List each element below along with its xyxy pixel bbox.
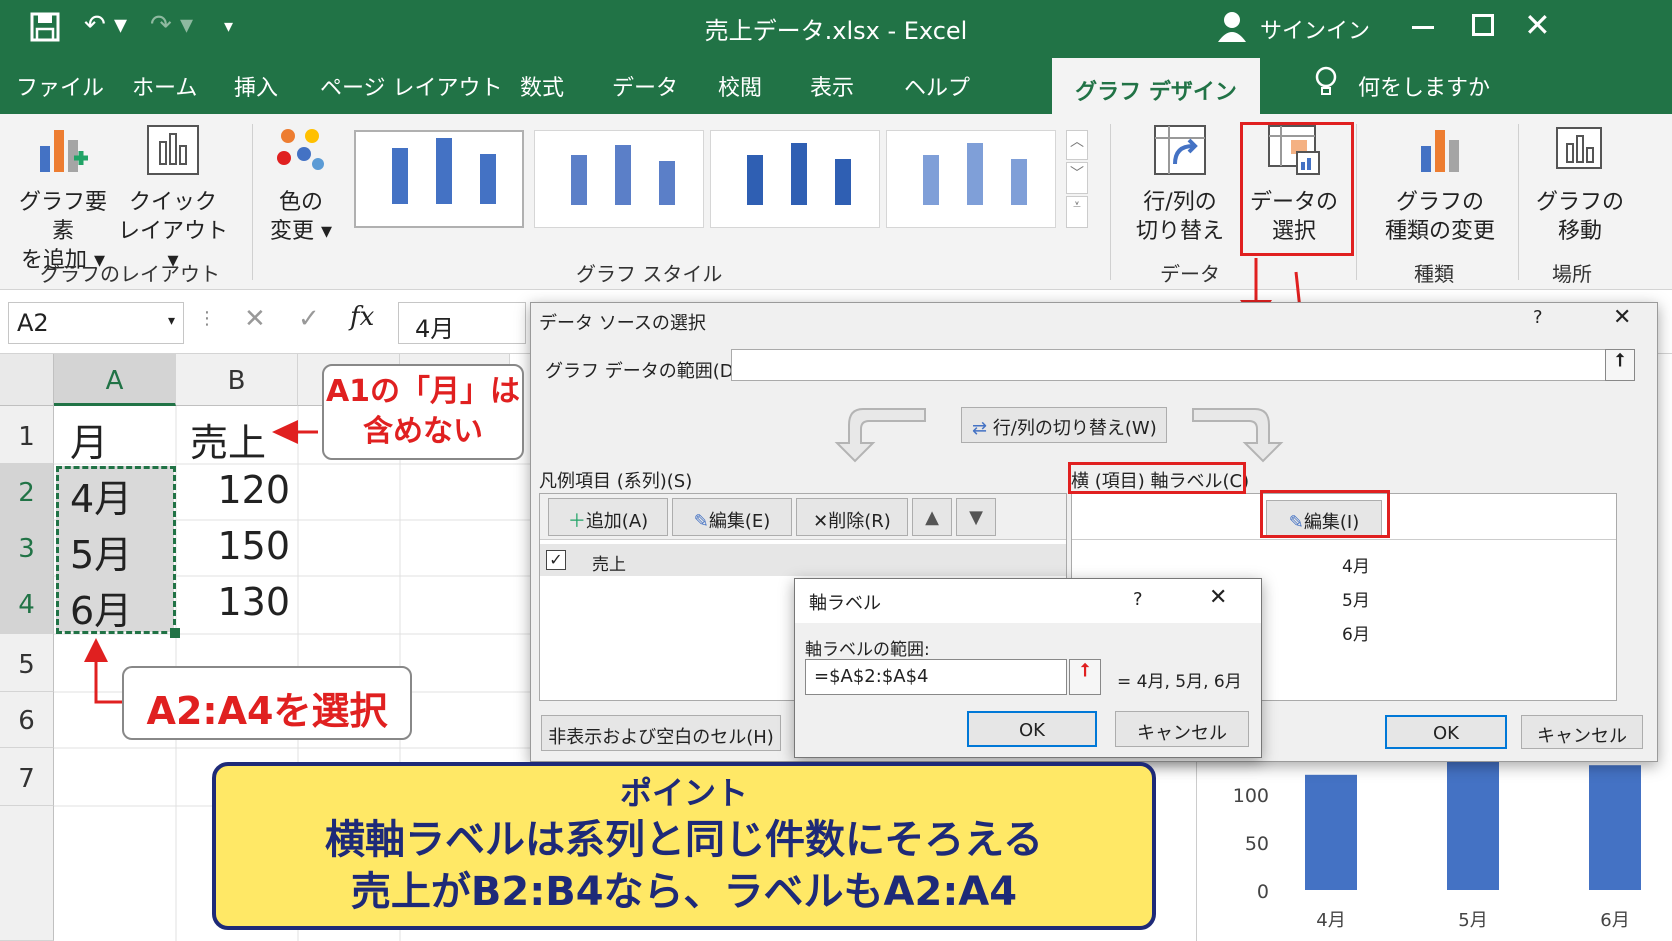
ok-button[interactable]: OK (1385, 715, 1507, 749)
axis-range-collapse-icon[interactable]: ⭡ (1069, 659, 1101, 695)
axis-range-input[interactable]: =$A$2:$A$4 (805, 659, 1067, 695)
delete-icon: ✕ (813, 511, 829, 532)
subdialog-help-button[interactable]: ? (1133, 589, 1143, 610)
switch-button-label: 行/列の切り替え(W) (992, 418, 1157, 439)
point-heading: ポイント (619, 774, 748, 812)
axis-range-preview: = 4月, 5月, 6月 (1117, 672, 1242, 692)
subdialog-cancel-button[interactable]: キャンセル (1115, 711, 1249, 747)
add-icon: ＋ (567, 511, 586, 532)
dialog-title: データ ソースの選択 (539, 313, 706, 334)
switch-row-column-dialog-button[interactable]: ⇄ 行/列の切り替え(W) (961, 407, 1167, 443)
edit-series-button[interactable]: ✎編集(E) (672, 498, 792, 536)
edit-button-label: 編集(E) (708, 511, 771, 532)
axis-item: 4月 (1342, 557, 1370, 577)
axis-range-label: 軸ラベルの範囲: (805, 640, 930, 660)
dialog-close-icon[interactable]: ✕ (1613, 305, 1631, 330)
move-down-button[interactable]: ▼ (956, 498, 996, 536)
subdialog-title: 軸ラベル (809, 593, 881, 614)
axis-header-highlight (1068, 462, 1246, 494)
range-label: グラフ データの範囲(D): (545, 361, 747, 382)
series-checkbox[interactable]: ✓ (546, 550, 566, 570)
dialog-help-button[interactable]: ? (1533, 307, 1543, 328)
edit-icon: ✎ (693, 511, 709, 532)
callout-line: A1の「月」は (325, 374, 521, 409)
switch-icon: ⇄ (972, 418, 993, 439)
axis-item: 5月 (1342, 591, 1370, 611)
subdialog-close-icon[interactable]: ✕ (1209, 585, 1227, 610)
switch-right-arrow (1192, 408, 1284, 463)
switch-left-arrow (834, 408, 926, 463)
series-name: 売上 (592, 555, 626, 575)
add-button-label: 追加(A) (585, 511, 649, 532)
callout-line: 含めない (363, 414, 483, 449)
chart-data-range-input[interactable] (731, 349, 1619, 381)
callout-select-range: A2:A4を選択 (122, 666, 412, 740)
series-row[interactable]: ✓ 売上 (540, 544, 1066, 576)
callout-exclude-header: A1の「月」は 含めない (322, 364, 524, 460)
move-up-button[interactable]: ▲ (912, 498, 952, 536)
subdialog-ok-button[interactable]: OK (967, 711, 1097, 747)
point-line-1: 横軸ラベルは系列と同じ件数にそろえる (325, 817, 1043, 863)
hidden-empty-cells-button[interactable]: 非表示および空白のセル(H) (541, 715, 781, 751)
delete-series-button[interactable]: ✕削除(R) (796, 498, 908, 536)
axis-labels-dialog: 軸ラベル ? ✕ 軸ラベルの範囲: =$A$2:$A$4 ⭡ = 4月, 5月,… (794, 578, 1262, 758)
delete-button-label: 削除(R) (828, 511, 891, 532)
point-note: ポイント 横軸ラベルは系列と同じ件数にそろえる 売上がB2:B4なら、ラベルもA… (212, 762, 1156, 930)
axis-edit-highlight (1260, 490, 1390, 538)
add-series-button[interactable]: ＋追加(A) (548, 498, 668, 536)
cancel-button[interactable]: キャンセル (1521, 715, 1643, 749)
legend-entries-header: 凡例項目 (系列)(S) (539, 471, 693, 492)
axis-item: 6月 (1342, 625, 1370, 645)
collapse-range-icon[interactable]: ⭡ (1605, 349, 1635, 381)
point-line-2: 売上がB2:B4なら、ラベルもA2:A4 (350, 869, 1018, 915)
